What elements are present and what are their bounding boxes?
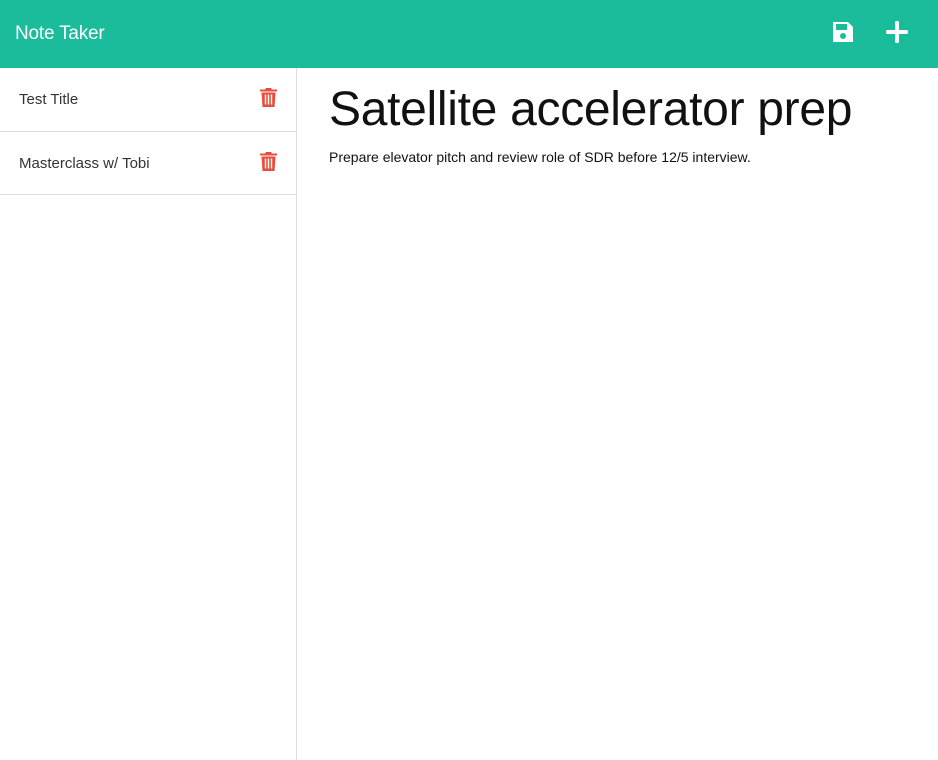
- list-item[interactable]: Test Title: [0, 68, 296, 132]
- trash-icon[interactable]: [259, 151, 277, 171]
- note-editor: Satellite accelerator prep Prepare eleva…: [297, 68, 938, 760]
- notes-list: Test Title Masterclass w/ Tobi: [0, 68, 297, 760]
- navbar: Note Taker: [0, 0, 938, 68]
- new-note-button[interactable]: [884, 19, 910, 45]
- note-item-title[interactable]: Masterclass w/ Tobi: [19, 155, 150, 172]
- note-item-title[interactable]: Test Title: [19, 91, 78, 108]
- trash-icon[interactable]: [259, 88, 277, 108]
- note-title-input[interactable]: Satellite accelerator prep: [329, 82, 938, 138]
- list-item[interactable]: Masterclass w/ Tobi: [0, 132, 296, 195]
- save-note-button[interactable]: [830, 19, 856, 45]
- plus-icon: [885, 20, 909, 44]
- note-taker-app: Note Taker Test Title Masterclass w/ Tob…: [0, 0, 938, 760]
- save-icon: [831, 20, 855, 44]
- app-brand[interactable]: Note Taker: [15, 23, 105, 45]
- note-text-area[interactable]: Prepare elevator pitch and review role o…: [329, 149, 938, 165]
